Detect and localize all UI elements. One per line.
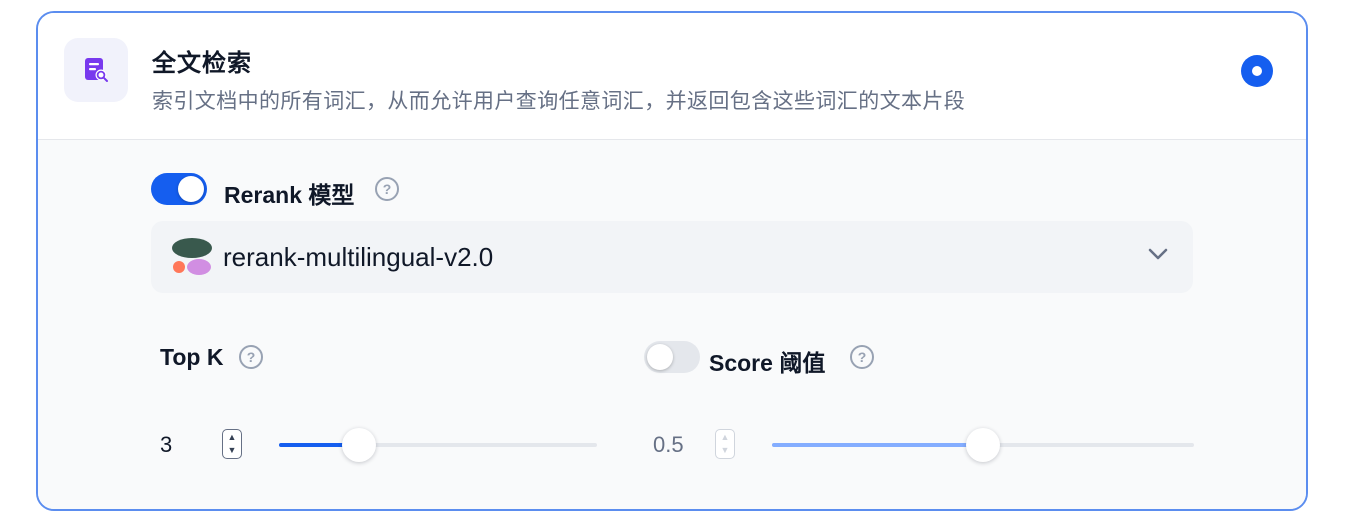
top-k-help-icon[interactable]: ? (239, 345, 263, 369)
score-threshold-label: Score 阈值 (709, 350, 826, 376)
score-threshold-help-icon[interactable]: ? (850, 345, 874, 369)
top-k-stepper[interactable]: ▲ ▼ (222, 429, 242, 459)
toggle-knob (647, 344, 673, 370)
rerank-help-icon[interactable]: ? (375, 177, 399, 201)
top-k-slider-thumb[interactable] (342, 428, 376, 462)
stepper-up-icon[interactable]: ▲ (223, 431, 241, 443)
score-threshold-stepper: ▲ ▼ (715, 429, 735, 459)
full-text-search-card[interactable]: 全文检索 索引文档中的所有词汇，从而允许用户查询任意词汇，并返回包含这些词汇的文… (36, 11, 1308, 511)
page-title: 全文检索 (152, 50, 252, 77)
rerank-toggle[interactable] (151, 173, 207, 205)
stepper-down-icon[interactable]: ▼ (223, 444, 241, 456)
top-k-slider-track[interactable] (279, 443, 597, 447)
score-threshold-toggle[interactable] (644, 341, 700, 373)
score-threshold-value: 0.5 (653, 432, 684, 457)
score-threshold-input[interactable]: 0.5 ▲ ▼ (645, 417, 735, 473)
rerank-model-name: rerank-multilingual-v2.0 (223, 242, 494, 272)
settings-panel: Rerank 模型 ? rerank-multilingual-v2.0 Top… (38, 140, 1306, 509)
chevron-down-icon (1147, 247, 1169, 266)
stepper-up-icon: ▲ (720, 432, 730, 442)
document-search-icon (64, 38, 128, 102)
cohere-logo-icon (171, 237, 213, 282)
top-k-label: Top K (160, 344, 224, 370)
score-threshold-slider-fill (772, 443, 983, 447)
score-threshold-slider-thumb (966, 428, 1000, 462)
card-header[interactable]: 全文检索 索引文档中的所有词汇，从而允许用户查询任意词汇，并返回包含这些词汇的文… (38, 13, 1306, 140)
selected-radio[interactable] (1241, 55, 1273, 87)
toggle-knob (178, 176, 204, 202)
stepper-down-icon: ▼ (720, 445, 730, 455)
rerank-label: Rerank 模型 (224, 182, 355, 208)
rerank-model-select[interactable]: rerank-multilingual-v2.0 (151, 221, 1193, 293)
top-k-value: 3 (160, 432, 173, 457)
top-k-input[interactable]: 3 ▲ ▼ (152, 417, 242, 473)
search-method-description: 索引文档中的所有词汇，从而允许用户查询任意词汇，并返回包含这些词汇的文本片段 (152, 90, 966, 113)
